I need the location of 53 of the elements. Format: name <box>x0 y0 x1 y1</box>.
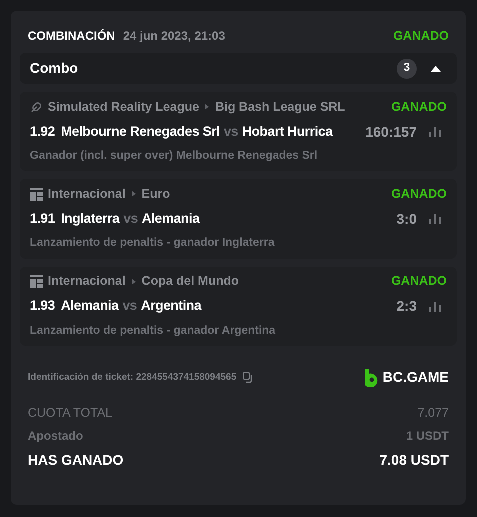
summary-label: CUOTA TOTAL <box>28 405 113 422</box>
home-team: Melbourne Renegades Srl <box>61 122 220 141</box>
breadcrumb-chevron-icon <box>204 104 210 110</box>
league-name[interactable]: Internacional <box>48 272 126 291</box>
vs-label: vs <box>124 210 138 228</box>
odds-value: 1.92 <box>30 122 56 141</box>
market-selection: Lanzamiento de penaltis - ganador Argentina <box>30 324 277 338</box>
league-name[interactable]: Internacional <box>48 184 126 204</box>
stats-icon <box>429 127 441 137</box>
stats-icon <box>429 214 441 224</box>
league-logo-icon <box>30 188 43 201</box>
match-score: 2:3 <box>396 297 417 316</box>
event-name[interactable]: Euro <box>142 184 170 204</box>
bet-status: GANADO <box>393 28 449 45</box>
breadcrumb-chevron-icon <box>130 278 137 284</box>
match-score: 3:0 <box>396 210 417 229</box>
combo-header[interactable]: Combo 3 <box>20 53 457 84</box>
away-team: Hobart Hurrica <box>242 122 333 141</box>
summary-value: 1 USDT <box>406 428 449 445</box>
match-score: 160:157 <box>366 122 417 142</box>
summary-label: HAS GANADO <box>28 451 124 470</box>
odds-value: 1.93 <box>30 297 56 316</box>
leg-status: GANADO <box>391 98 447 116</box>
brand-logo-icon <box>364 368 378 387</box>
summary-value: 7.077 <box>418 405 449 422</box>
event-name[interactable]: Copa del Mundo <box>142 272 240 291</box>
collapse-toggle[interactable] <box>431 64 441 72</box>
leg-status: GANADO <box>391 186 447 203</box>
vs-label: vs <box>224 122 238 141</box>
brand-name: BC.GAME <box>382 368 449 388</box>
sport-icon <box>30 100 43 114</box>
bet-type: COMBINACIÓN <box>28 28 116 45</box>
stats-icon <box>429 302 441 312</box>
odds-value: 1.91 <box>30 210 56 228</box>
copy-icon[interactable] <box>242 372 253 384</box>
league-name[interactable]: Simulated Reality League <box>48 98 200 116</box>
ticket-id: Identificación de ticket: 2284554374158094565 <box>28 370 237 385</box>
away-team: Argentina <box>141 297 202 316</box>
home-team: Inglaterra <box>61 210 120 228</box>
combo-label: Combo <box>30 59 78 78</box>
market-selection: Ganador (incl. super over) Melbourne Renegades Srl <box>30 149 319 164</box>
league-logo-icon <box>30 275 43 288</box>
away-team: Alemania <box>142 210 200 228</box>
summary-value: 7.08 USDT <box>380 451 449 470</box>
breadcrumb-chevron-icon <box>130 191 137 198</box>
home-team: Alemania <box>61 297 119 316</box>
leg-status: GANADO <box>391 273 447 290</box>
market-selection: Lanzamiento de penaltis - ganador Inglaterra <box>30 236 276 252</box>
bet-date: 24 jun 2023, 21:03 <box>123 28 226 45</box>
event-name[interactable]: Big Bash League SRL <box>215 98 346 116</box>
vs-label: vs <box>122 297 138 316</box>
count-badge: 3 <box>397 58 417 78</box>
summary-label: Apostado <box>28 428 84 445</box>
